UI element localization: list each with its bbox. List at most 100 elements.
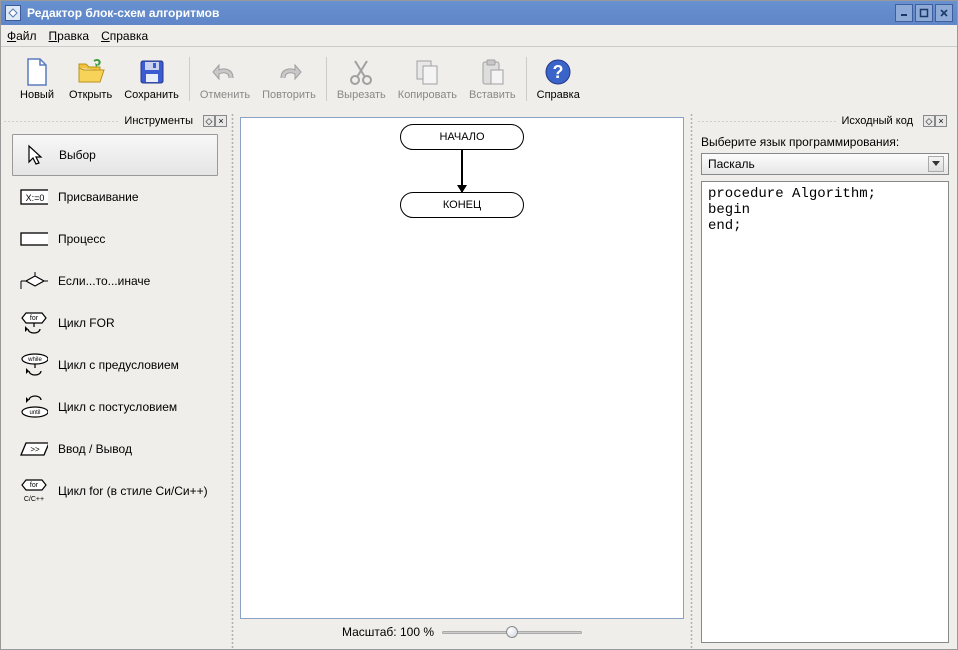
for-loop-icon: for (20, 312, 48, 334)
end-node[interactable]: КОНЕЦ (400, 192, 524, 218)
new-button[interactable]: Новый (11, 51, 63, 107)
help-button[interactable]: ? Справка (531, 51, 586, 107)
tool-process[interactable]: Процесс (12, 218, 218, 260)
panel-splitter-left[interactable] (231, 113, 234, 649)
cursor-icon (21, 144, 49, 166)
toolbar-separator (189, 57, 190, 101)
tools-panel-title: Инструменты (118, 115, 199, 127)
panel-splitter-right[interactable] (690, 113, 693, 649)
menu-help[interactable]: Справка (101, 29, 148, 43)
zoom-label: Масштаб: 100 % (342, 625, 434, 639)
menu-file[interactable]: Файл (7, 29, 37, 43)
language-select[interactable]: Паскаль (701, 153, 949, 175)
close-button[interactable] (935, 4, 953, 22)
tool-assign[interactable]: X:=0 Присваивание (12, 176, 218, 218)
open-button[interactable]: Открыть (63, 51, 118, 107)
menu-edit[interactable]: Правка (49, 29, 90, 43)
panel-close-button[interactable]: × (215, 115, 227, 127)
minimize-button[interactable] (895, 4, 913, 22)
copy-button[interactable]: Копировать (392, 51, 463, 107)
svg-text:while: while (27, 357, 42, 363)
open-button-label: Открыть (69, 89, 112, 101)
toolbar-separator (526, 57, 527, 101)
flow-arrow (461, 150, 463, 192)
tool-io-label: Ввод / Вывод (58, 442, 132, 456)
tool-io[interactable]: >> Ввод / Вывод (12, 428, 218, 470)
save-disk-icon (137, 57, 167, 87)
tool-ifelse-label: Если...то...иначе (58, 274, 150, 288)
start-node-label: НАЧАЛО (439, 131, 484, 143)
canvas-panel: НАЧАЛО КОНЕЦ Масштаб: 100 % (236, 113, 688, 649)
cut-button-label: Вырезать (337, 89, 386, 101)
dropdown-arrow-icon (928, 156, 944, 172)
tool-cfor-label: Цикл for (в стиле Си/Си++) (58, 484, 208, 498)
save-button-label: Сохранить (124, 89, 179, 101)
tool-for[interactable]: for Цикл FOR (12, 302, 218, 344)
cut-button[interactable]: Вырезать (331, 51, 392, 107)
app-icon (5, 5, 21, 21)
redo-button-label: Повторить (262, 89, 316, 101)
paste-button-label: Вставить (469, 89, 516, 101)
start-node[interactable]: НАЧАЛО (400, 124, 524, 150)
panel-close-button[interactable]: × (935, 115, 947, 127)
cfor-loop-icon: for C/C++ (20, 480, 48, 502)
tool-for-label: Цикл FOR (58, 316, 115, 330)
svg-text:for: for (30, 482, 39, 489)
svg-text:C/C++: C/C++ (24, 496, 44, 503)
cut-scissors-icon (346, 57, 376, 87)
copy-icon (412, 57, 442, 87)
paste-clipboard-icon (477, 57, 507, 87)
svg-text:>>: >> (30, 445, 40, 454)
ifelse-icon (20, 270, 48, 292)
toolbar: Новый Открыть Сохранить Отменить Повтори… (1, 47, 957, 111)
titlebar: Редактор блок-схем алгоритмов (1, 1, 957, 25)
paste-button[interactable]: Вставить (463, 51, 522, 107)
redo-button[interactable]: Повторить (256, 51, 322, 107)
code-panel-title: Исходный код (836, 115, 920, 127)
tools-panel-header: Инструменты ◇ × (1, 113, 229, 129)
tool-process-label: Процесс (58, 232, 105, 246)
flowchart-canvas[interactable]: НАЧАЛО КОНЕЦ (240, 117, 684, 619)
svg-text:X:=0: X:=0 (26, 193, 45, 203)
assign-icon: X:=0 (20, 186, 48, 208)
code-panel-header: Исходный код ◇ × (695, 113, 949, 129)
tool-select-label: Выбор (59, 148, 96, 162)
tool-assign-label: Присваивание (58, 190, 139, 204)
undo-icon (210, 57, 240, 87)
toolbar-separator (326, 57, 327, 101)
while-loop-icon: while (20, 354, 48, 376)
redo-icon (274, 57, 304, 87)
code-panel: Исходный код ◇ × Выберите язык программи… (695, 113, 957, 649)
zoom-slider-thumb[interactable] (506, 626, 518, 638)
svg-text:?: ? (553, 62, 564, 82)
source-code-view[interactable]: procedure Algorithm; begin end; (701, 181, 949, 643)
new-button-label: Новый (20, 89, 54, 101)
process-icon (20, 228, 48, 250)
panel-float-button[interactable]: ◇ (923, 115, 935, 127)
tool-dowhile[interactable]: until Цикл с постусловием (12, 386, 218, 428)
zoom-slider[interactable] (442, 624, 582, 640)
undo-button[interactable]: Отменить (194, 51, 256, 107)
tool-ifelse[interactable]: Если...то...иначе (12, 260, 218, 302)
tool-cfor[interactable]: for C/C++ Цикл for (в стиле Си/Си++) (12, 470, 218, 512)
help-button-label: Справка (537, 89, 580, 101)
language-selected: Паскаль (708, 157, 755, 171)
zoom-controls: Масштаб: 100 % (240, 619, 684, 645)
maximize-button[interactable] (915, 4, 933, 22)
tool-while[interactable]: while Цикл с предусловием (12, 344, 218, 386)
panel-float-button[interactable]: ◇ (203, 115, 215, 127)
undo-button-label: Отменить (200, 89, 250, 101)
svg-text:until: until (29, 410, 40, 416)
tool-dowhile-label: Цикл с постусловием (58, 400, 177, 414)
tool-select[interactable]: Выбор (12, 134, 218, 176)
tools-panel: Инструменты ◇ × Выбор X:=0 Присваивание (1, 113, 229, 649)
tool-while-label: Цикл с предусловием (58, 358, 179, 372)
end-node-label: КОНЕЦ (443, 199, 481, 211)
menubar: Файл Правка Справка (1, 25, 957, 47)
language-prompt: Выберите язык программирования: (701, 135, 949, 149)
save-button[interactable]: Сохранить (118, 51, 185, 107)
svg-text:for: for (30, 315, 39, 322)
tools-list: Выбор X:=0 Присваивание Процесс Если...т… (11, 133, 219, 513)
copy-button-label: Копировать (398, 89, 457, 101)
io-icon: >> (20, 438, 48, 460)
